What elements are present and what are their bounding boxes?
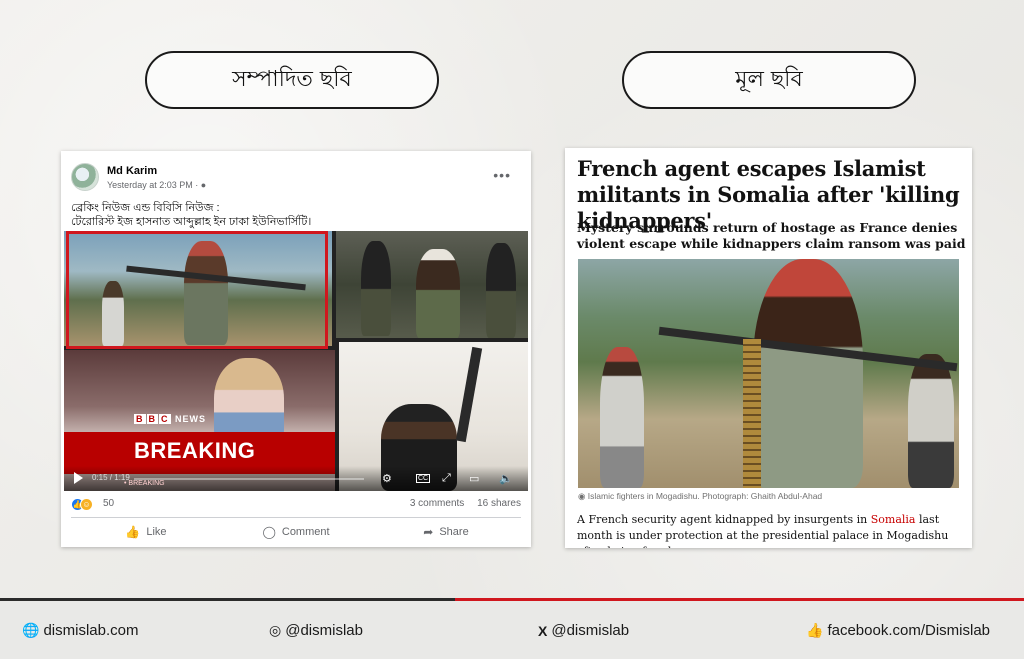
reactions-icon[interactable]: 👍☺ bbox=[71, 498, 93, 511]
article-body: A French security agent kidnapped by ins… bbox=[577, 512, 967, 548]
post-text-line: টেরোরিস্ট ইজ হাসনাত আব্দুল্লাহ ইন ঢাকা ই… bbox=[71, 216, 312, 228]
instagram-link[interactable]: ◎ @dismislab bbox=[269, 622, 363, 639]
post-text: ব্রেকিং নিউজ এন্ড বিবিসি নিউজ : টেরোরিস্… bbox=[71, 201, 521, 229]
website-link[interactable]: 🌐 dismislab.com bbox=[22, 622, 138, 639]
original-image-label-text: মূল ছবি bbox=[735, 66, 803, 92]
avatar[interactable] bbox=[71, 163, 99, 191]
instagram-icon: ◎ bbox=[269, 622, 282, 638]
highlight-frame bbox=[66, 231, 328, 349]
globe-icon: 🌐 bbox=[22, 622, 40, 638]
somalia-link[interactable]: Somalia bbox=[871, 513, 916, 526]
volume-icon[interactable]: 🔈 bbox=[499, 472, 513, 485]
edited-image-label: সম্পাদিত ছবি bbox=[145, 51, 439, 109]
x-link[interactable]: X @dismislab bbox=[538, 622, 629, 639]
article-body-text: A French security agent kidnapped by ins… bbox=[577, 513, 871, 526]
like-button[interactable]: 👍 Like bbox=[71, 521, 221, 543]
facebook-text: facebook.com/Dismislab bbox=[827, 622, 990, 639]
bbc-news-text: NEWS bbox=[175, 414, 207, 424]
settings-icon[interactable]: ⚙ bbox=[382, 472, 392, 485]
globe-icon: ● bbox=[200, 180, 207, 190]
pip-icon[interactable]: ▭ bbox=[469, 472, 479, 485]
photo-caption: ◉ Islamic fighters in Mogadishu. Photogr… bbox=[578, 491, 822, 502]
article-photo bbox=[578, 259, 959, 488]
video-ticker: • BREAKING bbox=[124, 480, 165, 487]
x-icon: X bbox=[538, 622, 548, 639]
comment-label: Comment bbox=[281, 526, 330, 538]
more-options-icon[interactable]: ••• bbox=[493, 167, 511, 183]
post-timestamp[interactable]: Yesterday at 2:03 PM · ● bbox=[107, 180, 206, 190]
video-progress-bar[interactable] bbox=[134, 478, 364, 480]
facebook-link[interactable]: 👍 facebook.com/Dismislab bbox=[806, 622, 990, 639]
instagram-text: @dismislab bbox=[285, 622, 363, 639]
thumbs-up-icon: 👍 bbox=[125, 525, 141, 539]
camera-icon: ◉ bbox=[578, 491, 586, 501]
expand-icon[interactable]: ⤢ bbox=[442, 472, 451, 485]
play-icon[interactable] bbox=[74, 472, 83, 484]
article-standfirst: Mystery surrounds return of hostage as F… bbox=[577, 220, 966, 251]
facebook-post-card: Md Karim Yesterday at 2:03 PM · ● ••• ব্… bbox=[61, 151, 531, 547]
captions-icon[interactable]: CC bbox=[416, 474, 431, 483]
post-video-collage[interactable]: BBC NEWS BREAKING 0:15 / 1:19 • BREAKING… bbox=[64, 231, 528, 491]
x-text: @dismislab bbox=[551, 622, 630, 639]
original-image-label: মূল ছবি bbox=[622, 51, 916, 109]
post-author[interactable]: Md Karim bbox=[107, 165, 157, 177]
bbc-news-logo: BBC NEWS bbox=[134, 414, 207, 424]
thumbs-up-icon: 👍 bbox=[806, 622, 824, 638]
share-icon: ➦ bbox=[423, 525, 434, 539]
divider bbox=[71, 517, 521, 518]
post-stats: 👍☺ 50 3 comments 16 shares bbox=[71, 497, 521, 513]
reaction-count[interactable]: 50 bbox=[103, 498, 114, 509]
website-text: dismislab.com bbox=[43, 622, 139, 639]
share-label: Share bbox=[439, 526, 469, 538]
photo-caption-text: Islamic fighters in Mogadishu. Photograp… bbox=[587, 491, 823, 501]
comment-button[interactable]: ◯ Comment bbox=[221, 521, 371, 543]
haha-reaction-icon: ☺ bbox=[80, 498, 93, 511]
post-actions: 👍 Like ◯ Comment ➦ Share bbox=[71, 521, 521, 543]
captions-text: CC bbox=[418, 475, 429, 482]
post-timestamp-text: Yesterday at 2:03 PM · bbox=[107, 180, 199, 190]
post-header: Md Karim Yesterday at 2:03 PM · ● ••• bbox=[71, 163, 521, 195]
edited-image-label-text: সম্পাদিত ছবি bbox=[232, 66, 352, 92]
footer: 🌐 dismislab.com ◎ @dismislab X @dismisla… bbox=[0, 601, 1024, 659]
share-count[interactable]: 16 shares bbox=[477, 498, 521, 509]
collage-photo-militants bbox=[336, 231, 528, 338]
comment-icon: ◯ bbox=[262, 525, 276, 539]
like-label: Like bbox=[146, 526, 167, 538]
video-controls[interactable]: 0:15 / 1:19 • BREAKING ⚙ CC ⤢ ▭ 🔈 bbox=[64, 466, 528, 491]
news-article-card: French agent escapes Islamist militants … bbox=[565, 148, 972, 548]
post-text-line: ব্রেকিং নিউজ এন্ড বিবিসি নিউজ : bbox=[71, 202, 220, 214]
share-button[interactable]: ➦ Share bbox=[371, 521, 521, 543]
comment-count[interactable]: 3 comments bbox=[410, 498, 464, 509]
